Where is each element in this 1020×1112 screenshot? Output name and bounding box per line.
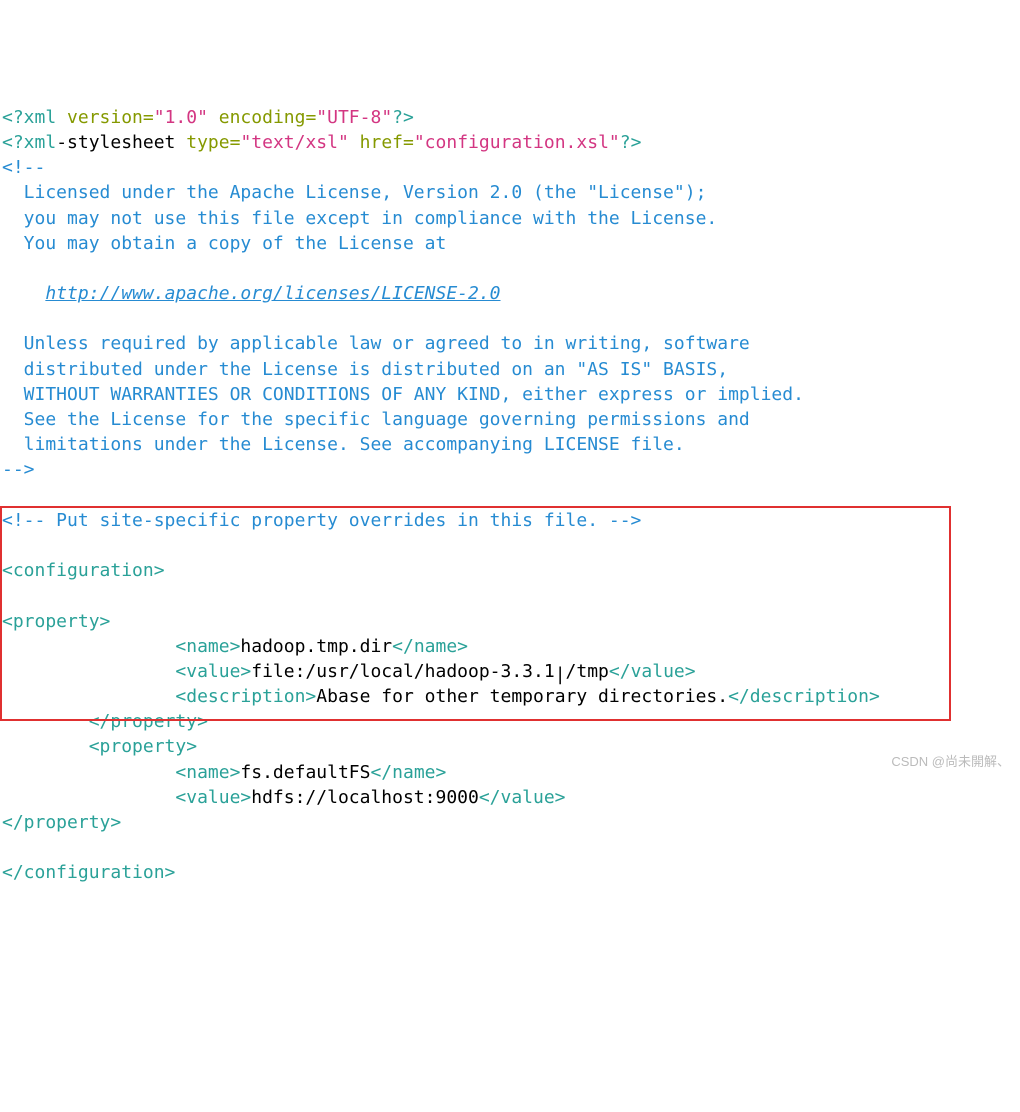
xml-decl-version: "1.0" — [154, 107, 208, 128]
description-close-tag: </description> — [728, 686, 880, 707]
stylesheet-dash: -stylesheet — [56, 132, 175, 153]
name-close-tag-2: </name> — [370, 762, 446, 783]
comment-close: --> — [2, 459, 35, 480]
xml-decl-enc-attr: encoding= — [208, 107, 316, 128]
license-line-1: Licensed under the Apache License, Versi… — [2, 182, 706, 203]
stylesheet-type-attr: type= — [175, 132, 240, 153]
license-line-8: See the License for the specific languag… — [2, 409, 750, 430]
prop1-value-a: file:/usr/local/hadoop-3.3.1 — [251, 661, 554, 682]
value-open-tag: <value> — [175, 661, 251, 682]
stylesheet-type-val: "text/xsl" — [240, 132, 348, 153]
property-open-tag-1: <property> — [2, 611, 110, 632]
value-close-tag: </value> — [609, 661, 696, 682]
license-line-9: limitations under the License. See accom… — [2, 434, 685, 455]
license-line-5: Unless required by applicable law or agr… — [2, 333, 750, 354]
indent — [2, 711, 89, 732]
property-close-tag-2: </property> — [2, 812, 121, 833]
indent — [2, 762, 175, 783]
watermark: CSDN @尚未開解、 — [891, 753, 1010, 771]
license-line-3: You may obtain a copy of the License at — [2, 233, 446, 254]
name-open-tag: <name> — [175, 636, 240, 657]
prop1-name: hadoop.tmp.dir — [240, 636, 392, 657]
xml-decl-encoding: "UTF-8" — [316, 107, 392, 128]
property-close-tag-1: </property> — [89, 711, 208, 732]
xml-decl-close: ?> — [392, 107, 414, 128]
description-open-tag: <description> — [175, 686, 316, 707]
value-open-tag-2: <value> — [175, 787, 251, 808]
name-close-tag: </name> — [392, 636, 468, 657]
prop1-value-b: /tmp — [566, 661, 609, 682]
indent — [2, 787, 175, 808]
indent — [2, 736, 89, 757]
property-open-tag-2: <property> — [89, 736, 197, 757]
text-cursor-icon: | — [555, 662, 566, 682]
value-close-tag-2: </value> — [479, 787, 566, 808]
comment-open: <!-- — [2, 157, 45, 178]
stylesheet-open: <?xml — [2, 132, 56, 153]
license-line-7: WITHOUT WARRANTIES OR CONDITIONS OF ANY … — [2, 384, 804, 405]
stylesheet-close: ?> — [620, 132, 642, 153]
code-view: <?xml version="1.0" encoding="UTF-8"?> <… — [2, 105, 1018, 886]
license-link: http://www.apache.org/licenses/LICENSE-2… — [45, 283, 500, 304]
license-line-2: you may not use this file except in comp… — [2, 208, 717, 229]
name-open-tag-2: <name> — [175, 762, 240, 783]
indent — [2, 686, 175, 707]
license-link-indent — [2, 283, 45, 304]
xml-decl-open: <?xml — [2, 107, 56, 128]
comment-overrides: <!-- Put site-specific property override… — [2, 510, 641, 531]
stylesheet-href-attr: href= — [349, 132, 414, 153]
stylesheet-href-val: "configuration.xsl" — [414, 132, 620, 153]
license-line-6: distributed under the License is distrib… — [2, 359, 728, 380]
configuration-open-tag: <configuration> — [2, 560, 165, 581]
indent — [2, 661, 175, 682]
prop2-name: fs.defaultFS — [240, 762, 370, 783]
configuration-close-tag: </configuration> — [2, 862, 175, 883]
xml-decl-attrs: version= — [56, 107, 154, 128]
indent — [2, 636, 175, 657]
prop2-value: hdfs://localhost:9000 — [251, 787, 479, 808]
prop1-description: Abase for other temporary directories. — [316, 686, 728, 707]
